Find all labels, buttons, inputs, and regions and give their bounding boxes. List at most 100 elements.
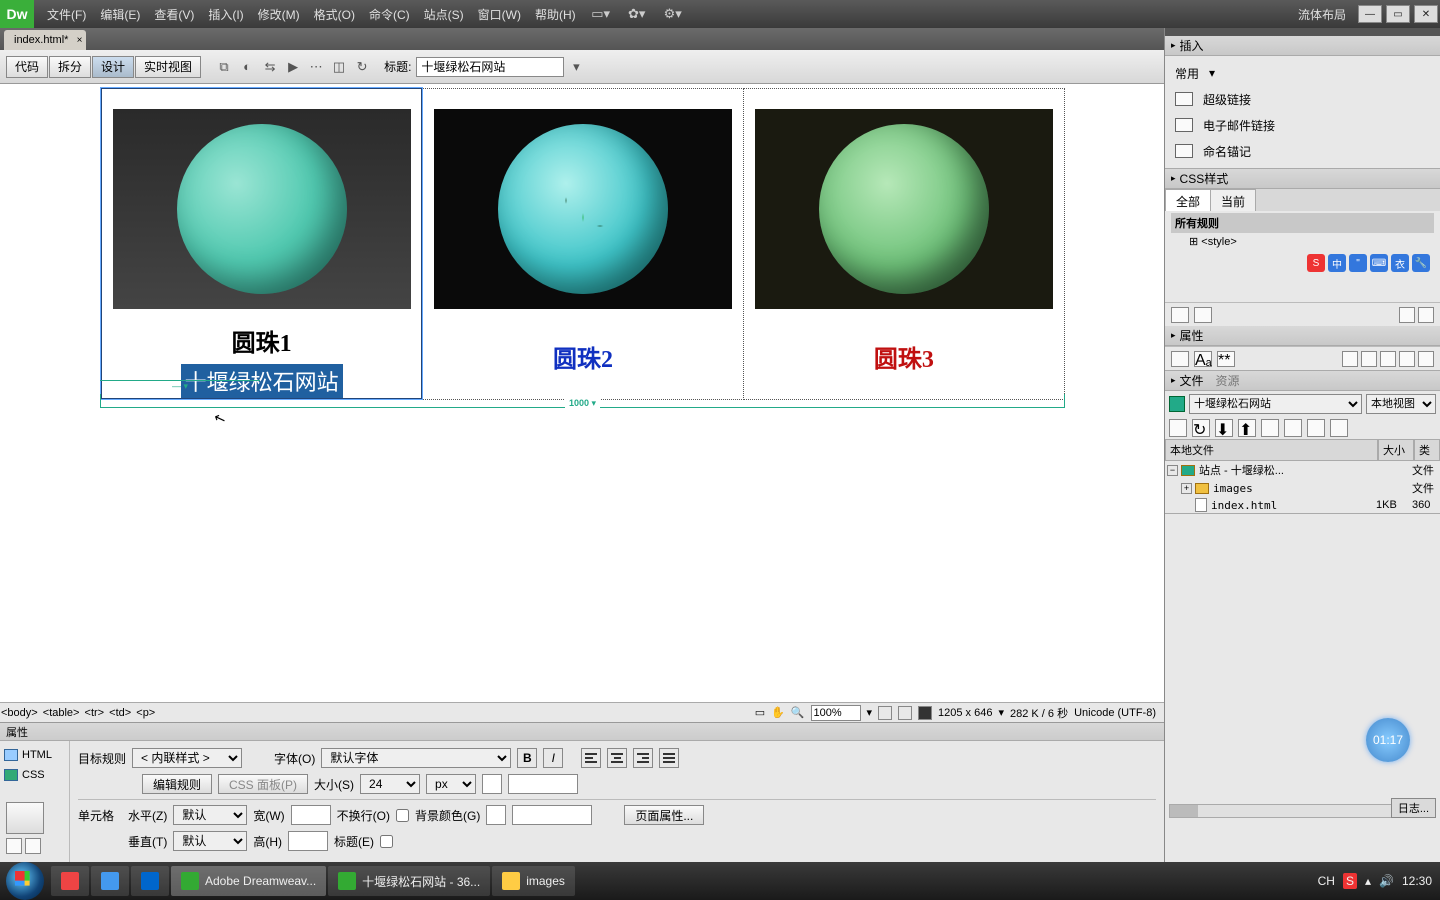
target-rule-select[interactable]: < 内联样式 > [132,748,242,768]
zoom-input[interactable] [811,705,861,721]
merge-cells-icon[interactable] [6,802,44,834]
task-explorer[interactable]: images [492,866,575,896]
table-cell-3[interactable]: 圆珠3 [743,88,1064,399]
ime-cn-icon[interactable]: 中 [1328,254,1346,272]
layout-icon[interactable]: ▭▾ [587,4,615,24]
view-live-button[interactable]: 实时视图 [135,56,201,78]
menu-window[interactable]: 窗口(W) [471,6,528,23]
attach-css-icon[interactable] [1399,307,1415,323]
delete-css-icon[interactable] [1418,351,1434,367]
live-code-icon[interactable]: ⧉ [213,56,235,78]
page-properties-button[interactable]: 页面属性... [624,805,704,825]
ime-indicator[interactable]: CH [1318,874,1335,888]
list-view-icon[interactable]: Aₐ [1194,351,1212,367]
css-tab-all[interactable]: 全部 [1165,189,1211,211]
text-color-swatch[interactable] [482,774,502,794]
view-split-button[interactable]: 拆分 [49,56,91,78]
site-icon[interactable]: ⚙▾ [659,4,687,24]
zoom-tool-icon[interactable]: 🔍 [791,706,805,719]
expand-icon[interactable] [1330,419,1348,437]
align-center-button[interactable] [607,748,627,768]
connect-icon[interactable] [1169,419,1187,437]
close-button[interactable]: ✕ [1414,5,1438,23]
bgcolor-input[interactable] [512,805,592,825]
file-mgmt-icon[interactable]: ▾ [565,56,587,78]
task-browser[interactable]: 十堰绿松石网站 - 36... [328,866,490,896]
tag-selector[interactable]: <body> <table> <tr> <td> <p> [0,707,156,719]
files-panel-header[interactable]: ▸文件 资源 [1165,371,1440,391]
preview-icon[interactable]: ▶ [282,56,304,78]
page-table[interactable]: 圆珠1 十堰绿松石网站 圆珠2 圆珠3 [100,87,1065,400]
show-list-icon[interactable] [1194,307,1212,323]
extend-icon[interactable]: ✿▾ [623,4,651,24]
pinned-app2[interactable] [91,866,129,896]
bead-image-2[interactable] [434,109,732,309]
dimensions-label[interactable]: 1205 x 646 [938,707,992,719]
disable-css-icon[interactable] [1399,351,1415,367]
sogou-icon[interactable]: S [1307,254,1325,272]
cat-view-icon[interactable] [1171,351,1189,367]
start-button[interactable] [6,862,44,900]
horiz-select[interactable]: 默认 [173,805,247,825]
volume-icon[interactable]: 🔊 [1379,874,1394,888]
file-tree[interactable]: 本地文件 大小 类 − 站点 - 十堰绿松... 文件 + images 文件 … [1165,439,1440,513]
text-color-input[interactable] [508,774,578,794]
menu-insert[interactable]: 插入(I) [201,6,250,23]
bead-image-1[interactable] [113,109,411,309]
bgcolor-swatch[interactable] [486,805,506,825]
device-icon[interactable] [898,706,912,720]
menu-edit[interactable]: 编辑(E) [93,6,147,23]
font-select[interactable]: 默认字体 [321,748,511,768]
checkout-icon[interactable] [1261,419,1279,437]
italic-button[interactable]: I [543,748,563,768]
pinned-app3[interactable] [131,866,169,896]
ime-tool-icon[interactable]: 🔧 [1412,254,1430,272]
show-category-icon[interactable] [1171,307,1189,323]
folder-images[interactable]: + images 文件 [1165,479,1440,497]
sync-icon[interactable] [1307,419,1325,437]
options-icon[interactable]: ⋯ [305,56,327,78]
split-h-icon[interactable] [6,838,22,854]
select-tool-icon[interactable]: ▭ [755,706,765,719]
new-rule-icon[interactable] [1418,307,1434,323]
refresh-icon[interactable]: ↻ [351,56,373,78]
title-input[interactable] [416,57,564,77]
caption-3[interactable]: 圆珠3 [744,339,1064,374]
file-index[interactable]: index.html 1KB360 [1165,497,1440,513]
table-cell-2[interactable]: 圆珠2 [422,88,743,399]
rule-style[interactable]: ⊞ <style> [1171,233,1434,250]
insert-category[interactable]: 常用 ▾ [1165,60,1440,86]
window-size-icon[interactable] [878,706,892,720]
align-left-button[interactable] [581,748,601,768]
align-justify-button[interactable] [659,748,679,768]
pinned-fs[interactable] [51,866,89,896]
design-canvas[interactable]: 圆珠1 十堰绿松石网站 圆珠2 圆珠3 — ▾ 1000 ▾ ↖ [0,84,1164,702]
menu-file[interactable]: 文件(F) [40,6,93,23]
tray-up-icon[interactable]: ▴ [1365,874,1371,888]
caption-1[interactable]: 圆珠1 [102,323,421,358]
mode-css[interactable]: CSS [4,765,65,785]
header-checkbox[interactable] [380,835,393,848]
nowrap-checkbox[interactable] [396,809,409,822]
bead-image-3[interactable] [755,109,1053,309]
table-width-marker[interactable]: 1000 ▾ [100,394,1065,408]
mode-html[interactable]: HTML [4,745,65,765]
table-cell-1[interactable]: 圆珠1 十堰绿松石网站 [101,88,422,399]
menu-help[interactable]: 帮助(H) [528,6,583,23]
put-icon[interactable]: ⬆ [1238,419,1256,437]
visual-aids-icon[interactable]: ◫ [328,56,350,78]
new-css-icon[interactable] [1361,351,1377,367]
inspect-icon[interactable]: ◐ [236,56,258,78]
insert-email-link[interactable]: 电子邮件链接 [1165,112,1440,138]
close-tab-icon[interactable]: × [77,35,83,46]
ime-skin-icon[interactable]: 衣 [1391,254,1409,272]
unit-select[interactable]: px [426,774,476,794]
css-panel-header[interactable]: ▸CSS样式 [1165,169,1440,189]
sogou-tray-icon[interactable]: S [1343,873,1357,889]
task-dreamweaver[interactable]: Adobe Dreamweav... [171,866,326,896]
menu-commands[interactable]: 命令(C) [362,6,417,23]
refresh-files-icon[interactable]: ↻ [1192,419,1210,437]
properties-header[interactable]: 属性 [0,723,1164,741]
insert-panel-header[interactable]: ▸插入 [1165,36,1440,56]
menu-modify[interactable]: 修改(M) [251,6,307,23]
